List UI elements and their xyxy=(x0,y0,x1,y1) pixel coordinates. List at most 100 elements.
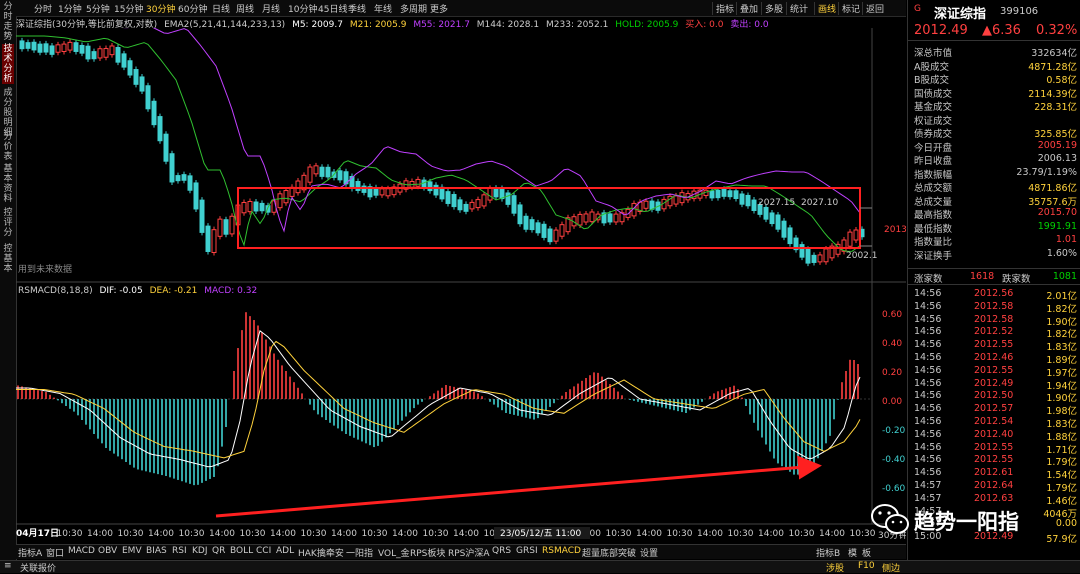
candle-body xyxy=(547,228,553,243)
indicator-right-0[interactable]: 指标B xyxy=(816,546,840,559)
tick-time: 14:56 xyxy=(914,467,942,479)
tick-row: 14:56 2012.50 1.90亿 xyxy=(914,390,1077,404)
indicator-tab-7[interactable]: KDJ xyxy=(192,546,208,556)
candle-body xyxy=(415,178,421,187)
tick-time: 14:56 xyxy=(914,339,942,351)
macd-axis-label: -0.60 xyxy=(882,484,906,494)
time-axis-label: 10:30 xyxy=(789,529,815,539)
indicator-tab-5[interactable]: BIAS xyxy=(146,546,167,556)
tab-period-12[interactable]: 年线 xyxy=(374,2,392,15)
candle-body xyxy=(481,194,487,207)
tick-row: 14:56 2012.57 1.98亿 xyxy=(914,403,1077,417)
tool-button-6[interactable]: 返回 xyxy=(862,2,887,15)
quote-label: A股成交 xyxy=(914,61,949,73)
stock-link[interactable]: 涉股 xyxy=(826,561,844,574)
indicator-tab-19[interactable]: RSMACD xyxy=(542,546,581,556)
indicator-tab-15[interactable]: RPS板块 xyxy=(410,546,445,559)
candle-body xyxy=(421,179,427,189)
nav-item-0[interactable]: 分时走势 xyxy=(2,2,14,42)
candle-body xyxy=(709,190,715,199)
tab-period-1[interactable]: 1分钟 xyxy=(58,2,82,15)
candle-body xyxy=(157,116,163,142)
tab-period-2[interactable]: 5分钟 xyxy=(86,2,110,15)
tool-button-5[interactable]: 标记 xyxy=(838,2,863,15)
index-change: ▲6.36 xyxy=(982,23,1021,38)
tick-price: 2012.56 xyxy=(974,288,1014,299)
indicator-tab-0[interactable]: 指标A xyxy=(18,546,42,559)
tab-period-4[interactable]: 30分钟 xyxy=(146,2,175,15)
indicator-tab-14[interactable]: VOL_金 xyxy=(378,546,410,559)
index-name: 深证综指 xyxy=(934,7,987,22)
indicator-tab-16[interactable]: RPS沪深A xyxy=(448,546,490,559)
indicator-tab-20[interactable]: 超量底部突破 xyxy=(582,546,636,559)
indicator-tab-1[interactable]: 窗口 xyxy=(46,546,64,559)
quote-label: 最高指数 xyxy=(914,210,953,221)
indicator-tab-11[interactable]: ADL xyxy=(276,546,294,556)
related-quote-link[interactable]: 关联报价 xyxy=(20,561,56,574)
tab-period-3[interactable]: 15分钟 xyxy=(114,2,143,15)
indicator-right-1[interactable]: 模 xyxy=(848,546,857,559)
menu-icon[interactable]: ≡ xyxy=(4,561,12,571)
tick-row: 14:56 2012.55 1.83亿 xyxy=(914,339,1077,353)
side-link[interactable]: 侧边 xyxy=(882,561,900,574)
quote-row: 深证换手 1.60% xyxy=(914,248,1077,262)
index-pct: 0.32% xyxy=(1036,23,1078,38)
indicator-tab-12[interactable]: HAK擒牵安 xyxy=(298,546,344,559)
nav-item-5[interactable]: 控评分 xyxy=(2,208,14,238)
tab-period-9[interactable]: 10分钟 xyxy=(288,2,317,15)
tool-button-0[interactable]: 指标 xyxy=(712,2,737,15)
rise-count: 1618 xyxy=(970,271,995,282)
candle-body xyxy=(49,45,55,55)
indicator-tab-8[interactable]: QR xyxy=(212,546,225,556)
tool-button-1[interactable]: 叠加 xyxy=(736,2,761,15)
nav-item-1[interactable]: 技术分析 xyxy=(2,44,14,84)
candle-body xyxy=(427,181,433,192)
tick-row: 14:56 2012.49 1.94亿 xyxy=(914,378,1077,392)
nav-item-6[interactable]: 控基本 xyxy=(2,244,14,274)
tab-period-11[interactable]: 季线 xyxy=(348,2,366,15)
quote-row: 深总市值 332634亿 xyxy=(914,45,1077,59)
indicator-tab-4[interactable]: EMV xyxy=(122,546,142,556)
tab-period-6[interactable]: 日线 xyxy=(212,2,230,15)
nav-item-3[interactable]: 分价表 xyxy=(2,132,14,162)
macd-value-label: MACD: 0.32 xyxy=(204,286,258,296)
tool-button-4[interactable]: 画线 xyxy=(814,2,839,15)
tab-period-14[interactable]: 更多 xyxy=(430,2,448,15)
indicator-tab-9[interactable]: BOLL xyxy=(230,546,253,556)
tick-time: 14:56 xyxy=(914,441,942,453)
candle-body xyxy=(313,165,319,175)
nav-item-4[interactable]: 基本资料 xyxy=(2,164,14,204)
quote-value: 2006.13 xyxy=(1037,153,1077,164)
indicator-tab-10[interactable]: CCI xyxy=(256,546,271,556)
tab-period-7[interactable]: 周线 xyxy=(236,2,254,15)
tab-period-8[interactable]: 月线 xyxy=(262,2,280,15)
ma21-line xyxy=(16,35,861,252)
tick-price: 2012.58 xyxy=(974,300,1014,312)
divergence-arrow xyxy=(215,455,822,518)
indicator-tab-17[interactable]: QRS xyxy=(492,546,511,556)
indicator-right-2[interactable]: 板 xyxy=(862,546,871,559)
indicator-tab-3[interactable]: OBV xyxy=(98,546,117,556)
candle-body xyxy=(487,187,493,201)
candle-body xyxy=(643,200,649,209)
tool-button-3[interactable]: 统计 xyxy=(786,2,811,15)
tool-button-2[interactable]: 多股 xyxy=(761,2,786,15)
indicator-tab-21[interactable]: 设置 xyxy=(640,546,658,559)
candle-body xyxy=(817,254,823,263)
tab-period-10[interactable]: 45日线 xyxy=(318,2,347,15)
quote-row: 最高指数 2015.70 xyxy=(914,207,1077,221)
tab-period-0[interactable]: 分时 xyxy=(34,2,52,15)
f10-link[interactable]: F10 xyxy=(858,561,875,571)
tab-period-5[interactable]: 60分钟 xyxy=(178,2,207,15)
candle-body xyxy=(283,190,289,204)
candle-body xyxy=(91,51,97,60)
tab-period-13[interactable]: 多周期 xyxy=(400,2,427,15)
indicator-tab-18[interactable]: GRSI xyxy=(516,546,538,556)
indicator-tab-6[interactable]: RSI xyxy=(172,546,187,556)
indicator-tab-13[interactable]: 一阳指 xyxy=(346,546,373,559)
time-axis-label: 04月17日 xyxy=(16,528,59,539)
time-axis-label: 10:30 xyxy=(179,529,205,539)
indicator-tab-2[interactable]: MACD xyxy=(68,546,95,556)
candle-body xyxy=(319,166,325,177)
nav-item-2[interactable]: 成分股明细 xyxy=(2,88,14,138)
